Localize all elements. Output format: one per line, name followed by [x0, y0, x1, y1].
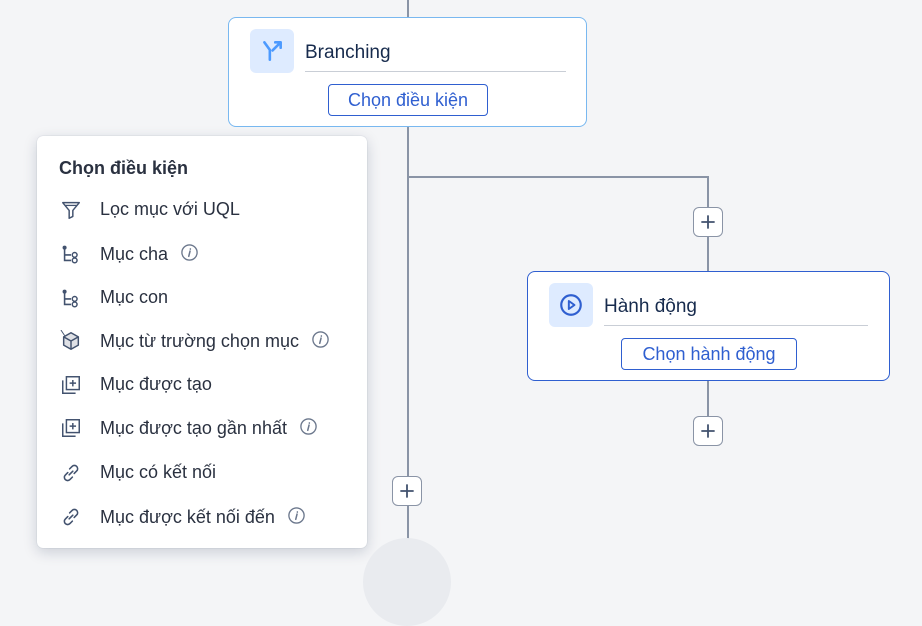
condition-menu-title: Chọn điều kiện: [59, 158, 189, 178]
connector-branch-horizontal: [407, 176, 709, 178]
menu-item-filter-uql[interactable]: Lọc mục với UQL: [37, 189, 367, 229]
add-step-button-after-action[interactable]: [693, 416, 723, 446]
menu-item-label: Mục được kết nối đến: [100, 507, 275, 527]
info-icon[interactable]: [287, 506, 306, 530]
hierarchy-icon: [59, 242, 83, 266]
condition-menu: Chọn điều kiện Lọc mục với UQL Mục cha M…: [37, 136, 367, 548]
branching-node-title: Branching: [305, 42, 391, 63]
menu-item-linked-to[interactable]: Mục được kết nối đến: [37, 496, 367, 536]
menu-item-parent[interactable]: Mục cha: [37, 233, 367, 273]
add-item-icon: [59, 416, 83, 440]
menu-item-label: Mục có kết nối: [100, 462, 217, 482]
link-icon: [59, 505, 83, 529]
add-step-button-main[interactable]: [392, 476, 422, 506]
info-icon[interactable]: [180, 243, 199, 267]
menu-item-label: Mục con: [100, 287, 169, 307]
filter-icon: [59, 198, 83, 222]
end-node[interactable]: [363, 538, 451, 626]
action-node[interactable]: Hành động Chọn hành động: [527, 271, 890, 381]
action-node-title: Hành động: [604, 296, 697, 317]
choose-condition-button[interactable]: Chọn điều kiện: [328, 84, 488, 116]
hierarchy-icon: [59, 286, 83, 310]
add-step-button-branch[interactable]: [693, 207, 723, 237]
plus-icon: [701, 424, 715, 438]
cube-icon: [59, 329, 83, 353]
branching-node[interactable]: Branching Chọn điều kiện: [228, 17, 587, 127]
plus-icon: [701, 215, 715, 229]
connector-action-below: [707, 381, 709, 416]
menu-item-label: Mục cha: [100, 244, 169, 264]
info-icon[interactable]: [311, 330, 330, 354]
menu-item-from-picker-field[interactable]: Mục từ trường chọn mục: [37, 320, 367, 360]
menu-item-label: Mục từ trường chọn mục: [100, 331, 299, 351]
play-circle-icon: [549, 283, 593, 327]
divider: [305, 71, 566, 72]
menu-item-created[interactable]: Mục được tạo: [37, 364, 367, 404]
add-item-icon: [59, 373, 83, 397]
choose-action-button[interactable]: Chọn hành động: [621, 338, 797, 370]
menu-item-label: Lọc mục với UQL: [100, 199, 240, 219]
plus-icon: [400, 484, 414, 498]
menu-item-label: Mục được tạo: [100, 374, 212, 394]
menu-item-label: Mục được tạo gần nhất: [100, 418, 287, 438]
info-icon[interactable]: [299, 417, 318, 441]
branch-icon: [250, 29, 294, 73]
connector-top: [407, 0, 409, 17]
link-icon: [59, 461, 83, 485]
divider: [604, 325, 868, 326]
menu-item-most-recently-created[interactable]: Mục được tạo gần nhất: [37, 407, 367, 447]
menu-item-linked[interactable]: Mục có kết nối: [37, 452, 367, 492]
menu-item-child[interactable]: Mục con: [37, 277, 367, 317]
